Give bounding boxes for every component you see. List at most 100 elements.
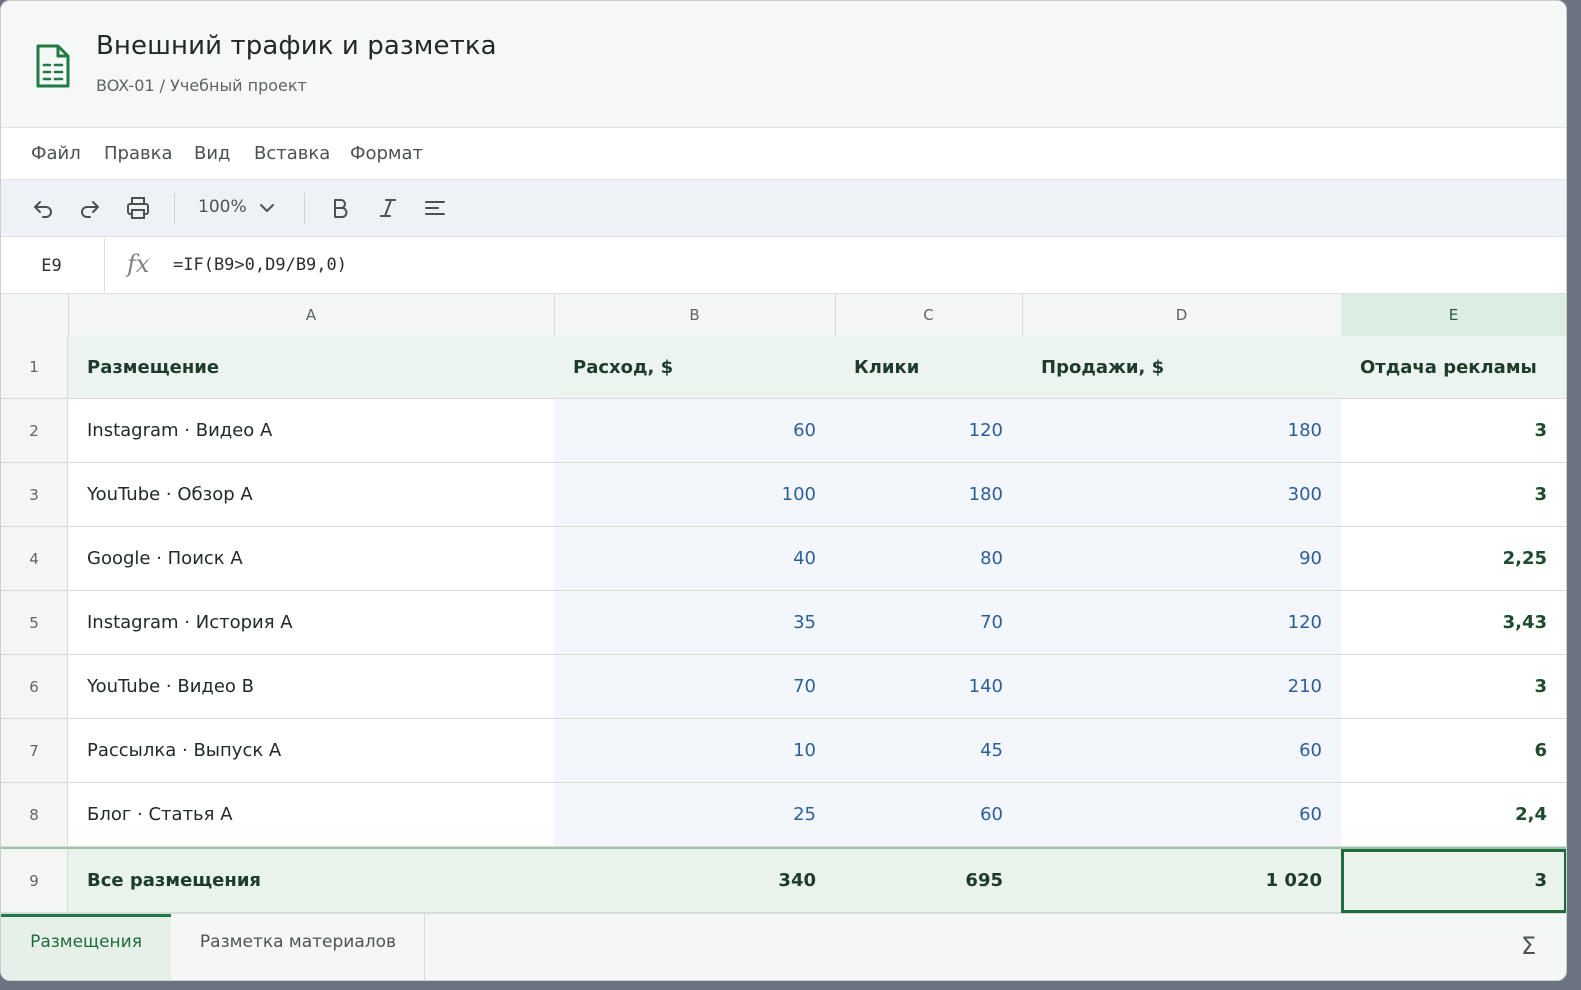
- italic-button[interactable]: [374, 194, 402, 222]
- roas-cell[interactable]: 2,4: [1341, 783, 1566, 847]
- italic-icon: [380, 199, 396, 217]
- roas-cell[interactable]: 2,25: [1341, 527, 1566, 591]
- sales-cell[interactable]: 210: [1022, 655, 1342, 719]
- placement-cell[interactable]: Рассылка · Выпуск A: [68, 719, 555, 783]
- row-number[interactable]: 9: [1, 849, 68, 913]
- title-bar: Внешний трафик и разметка BOX-01 / Учебн…: [1, 1, 1566, 128]
- placement-cell[interactable]: Instagram · Видео A: [68, 399, 555, 463]
- sum-icon[interactable]: Σ: [1521, 932, 1536, 960]
- chevron-down-icon[interactable]: [257, 198, 277, 218]
- placement-cell[interactable]: Блог · Статья A: [68, 783, 555, 847]
- row-number[interactable]: 7: [1, 719, 68, 783]
- roas-cell[interactable]: 3: [1341, 463, 1566, 527]
- placement-cell[interactable]: YouTube · Видео B: [68, 655, 555, 719]
- document-title[interactable]: Внешний трафик и разметка: [96, 31, 497, 61]
- zoom-select[interactable]: 100%: [198, 197, 247, 217]
- sales-cell[interactable]: 180: [1022, 399, 1342, 463]
- header-cell-spend[interactable]: Расход, $: [554, 336, 836, 399]
- sales-cell[interactable]: 300: [1022, 463, 1342, 527]
- clicks-cell[interactable]: 180: [835, 463, 1023, 527]
- menu-insert[interactable]: Вставка: [254, 143, 330, 164]
- table-row: 3 YouTube · Обзор A 100 180 300 3: [1, 463, 1566, 527]
- spend-cell[interactable]: 10: [554, 719, 836, 783]
- breadcrumb: BOX-01 / Учебный проект: [96, 76, 307, 95]
- row-number[interactable]: 6: [1, 655, 68, 719]
- total-clicks-cell[interactable]: 695: [835, 849, 1023, 913]
- row-number[interactable]: 8: [1, 783, 68, 847]
- row-number[interactable]: 3: [1, 463, 68, 527]
- redo-button[interactable]: [76, 194, 104, 222]
- row-number[interactable]: 4: [1, 527, 68, 591]
- toolbar-divider: [174, 193, 175, 224]
- clicks-cell[interactable]: 140: [835, 655, 1023, 719]
- print-icon: [127, 197, 149, 219]
- roas-cell[interactable]: 3: [1341, 655, 1566, 719]
- header-cell-clicks[interactable]: Клики: [835, 336, 1023, 399]
- roas-cell[interactable]: 3: [1341, 399, 1566, 463]
- spend-cell[interactable]: 35: [554, 591, 836, 655]
- spend-cell[interactable]: 60: [554, 399, 836, 463]
- clicks-cell[interactable]: 70: [835, 591, 1023, 655]
- toolbar-divider: [304, 193, 305, 224]
- sales-cell[interactable]: 120: [1022, 591, 1342, 655]
- clicks-cell[interactable]: 45: [835, 719, 1023, 783]
- sheet-tab-placements[interactable]: Размещения: [1, 914, 171, 980]
- sheet-tab-markup[interactable]: Разметка материалов: [172, 914, 425, 980]
- total-roas-cell-selected[interactable]: 3: [1341, 849, 1566, 913]
- row-number[interactable]: 1: [1, 336, 68, 399]
- spend-cell[interactable]: 40: [554, 527, 836, 591]
- sales-cell[interactable]: 60: [1022, 783, 1342, 847]
- formula-input[interactable]: =IF(B9>0,D9/B9,0): [173, 255, 347, 275]
- header-cell-roas[interactable]: Отдача рекламы: [1341, 336, 1566, 399]
- sheet-tabs-bar: Размещения Разметка материалов Σ: [1, 913, 1566, 980]
- table-row: 7 Рассылка · Выпуск A 10 45 60 6: [1, 719, 1566, 783]
- header-cell-sales[interactable]: Продажи, $: [1022, 336, 1342, 399]
- total-spend-cell[interactable]: 340: [554, 849, 836, 913]
- print-button[interactable]: [124, 194, 152, 222]
- cell-reference-box[interactable]: E9: [1, 238, 105, 293]
- roas-cell[interactable]: 6: [1341, 719, 1566, 783]
- clicks-cell[interactable]: 120: [835, 399, 1023, 463]
- toolbar: 100%: [1, 179, 1566, 237]
- total-row: 9 Все размещения 340 695 1 020 3: [1, 847, 1566, 915]
- bold-button[interactable]: [326, 194, 354, 222]
- row-number[interactable]: 2: [1, 399, 68, 463]
- total-sales-cell[interactable]: 1 020: [1022, 849, 1342, 913]
- menu-bar: Файл Правка Вид Вставка Формат: [1, 128, 1566, 179]
- column-header-a[interactable]: A: [68, 294, 555, 336]
- table-header-row: 1 Размещение Расход, $ Клики Продажи, $ …: [1, 336, 1566, 399]
- spend-cell[interactable]: 100: [554, 463, 836, 527]
- spreadsheet-window: Внешний трафик и разметка BOX-01 / Учебн…: [0, 0, 1567, 981]
- sales-cell[interactable]: 60: [1022, 719, 1342, 783]
- clicks-cell[interactable]: 80: [835, 527, 1023, 591]
- column-header-e[interactable]: E: [1341, 294, 1566, 336]
- column-header-d[interactable]: D: [1022, 294, 1342, 336]
- undo-button[interactable]: [29, 194, 57, 222]
- table-row: 8 Блог · Статья A 25 60 60 2,4: [1, 783, 1566, 847]
- menu-file[interactable]: Файл: [31, 143, 81, 164]
- corner-select-all[interactable]: [1, 294, 69, 336]
- align-icon: [425, 201, 445, 215]
- total-placement-cell[interactable]: Все размещения: [68, 849, 555, 913]
- sales-cell[interactable]: 90: [1022, 527, 1342, 591]
- column-header-b[interactable]: B: [554, 294, 836, 336]
- row-number[interactable]: 5: [1, 591, 68, 655]
- placement-cell[interactable]: YouTube · Обзор A: [68, 463, 555, 527]
- placement-cell[interactable]: Google · Поиск A: [68, 527, 555, 591]
- redo-icon: [81, 201, 99, 218]
- placement-cell[interactable]: Instagram · История A: [68, 591, 555, 655]
- menu-format[interactable]: Формат: [350, 143, 423, 164]
- spend-cell[interactable]: 25: [554, 783, 836, 847]
- clicks-cell[interactable]: 60: [835, 783, 1023, 847]
- table-row: 6 YouTube · Видео B 70 140 210 3: [1, 655, 1566, 719]
- align-button[interactable]: [421, 194, 449, 222]
- spreadsheet-doc-icon[interactable]: [35, 43, 71, 89]
- column-header-c[interactable]: C: [835, 294, 1023, 336]
- menu-edit[interactable]: Правка: [104, 143, 173, 164]
- menu-view[interactable]: Вид: [194, 143, 231, 164]
- roas-cell[interactable]: 3,43: [1341, 591, 1566, 655]
- column-header-row: A B C D E: [1, 294, 1566, 337]
- header-cell-placement[interactable]: Размещение: [68, 336, 555, 399]
- table-row: 2 Instagram · Видео A 60 120 180 3: [1, 399, 1566, 463]
- spend-cell[interactable]: 70: [554, 655, 836, 719]
